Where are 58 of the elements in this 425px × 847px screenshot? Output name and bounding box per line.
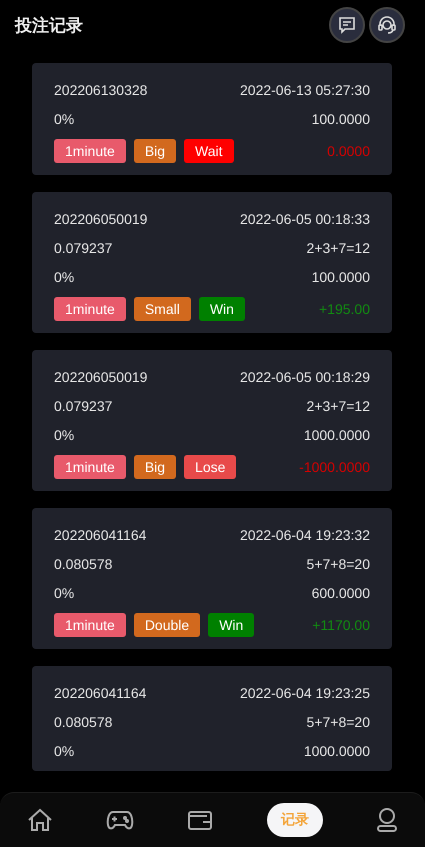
- bet-number: 202206041164: [54, 526, 146, 542]
- stake-amount: 1000.0000: [304, 742, 370, 758]
- message-icon: [338, 16, 356, 34]
- bet-tag: Win: [208, 613, 254, 637]
- user-icon: [376, 807, 398, 833]
- bet-number: 202206041164: [54, 684, 146, 700]
- payout-amount: -1000.0000: [299, 459, 370, 475]
- nav-tab[interactable]: [106, 809, 134, 831]
- nav-tab[interactable]: [376, 807, 398, 833]
- bet-number: 202206050019: [54, 210, 148, 226]
- nav-tab[interactable]: [187, 809, 214, 831]
- rate-value: 0.079237: [54, 240, 112, 256]
- draw-formula: 2+3+7=12: [306, 240, 370, 256]
- rate-value: 0.079237: [54, 398, 112, 414]
- percent-value: 0%: [54, 110, 74, 126]
- payout-amount: 0.0000: [327, 143, 370, 159]
- bet-tag: Lose: [184, 455, 236, 479]
- bet-tag: Win: [198, 297, 245, 321]
- rate-value: 0.080578: [54, 556, 112, 572]
- bet-time: 2022-06-04 19:23:25: [240, 684, 370, 700]
- bet-number: 202206050019: [54, 368, 148, 384]
- percent-value: 0%: [54, 584, 74, 600]
- gamepad-icon: [106, 809, 134, 831]
- stake-amount: 1000.0000: [304, 426, 370, 442]
- draw-formula: 2+3+7=12: [306, 398, 370, 414]
- nav-tab[interactable]: [26, 808, 53, 832]
- wallet-icon: [187, 809, 214, 831]
- bet-number: 202206130328: [54, 82, 148, 98]
- draw-formula: 5+7+8=20: [306, 714, 370, 730]
- bet-time: 2022-06-04 19:23:32: [240, 526, 370, 542]
- rate-value: 0.080578: [54, 714, 112, 730]
- bet-tag: 1minute: [54, 455, 126, 479]
- home-icon: [26, 808, 53, 832]
- bet-time: 2022-06-05 00:18:29: [240, 368, 370, 384]
- message-button[interactable]: [329, 7, 365, 43]
- support-button[interactable]: [369, 7, 405, 43]
- headset-icon: [377, 15, 397, 35]
- bet-tag: 1minute: [54, 139, 126, 163]
- nav-tab[interactable]: 记录: [266, 803, 323, 837]
- bet-tag: Wait: [184, 139, 234, 163]
- bet-time: 2022-06-05 00:18:33: [240, 210, 370, 226]
- bet-tag: 1minute: [54, 297, 126, 321]
- bet-tag: Big: [134, 455, 176, 479]
- bet-tag: Small: [134, 297, 191, 321]
- payout-amount: +195.00: [319, 301, 370, 317]
- percent-value: 0%: [54, 268, 74, 284]
- draw-formula: 5+7+8=20: [306, 556, 370, 572]
- stake-amount: 100.0000: [312, 268, 370, 284]
- bet-tag: Big: [134, 139, 176, 163]
- percent-value: 0%: [54, 426, 74, 442]
- bet-tag: 1minute: [54, 613, 126, 637]
- percent-value: 0%: [54, 742, 74, 758]
- payout-amount: +1170.00: [312, 617, 370, 633]
- bet-tag: Double: [134, 613, 200, 637]
- stake-amount: 600.0000: [312, 584, 370, 600]
- bet-time: 2022-06-13 05:27:30: [240, 82, 370, 98]
- page-title: 投注记录: [15, 14, 83, 36]
- stake-amount: 100.0000: [312, 110, 370, 126]
